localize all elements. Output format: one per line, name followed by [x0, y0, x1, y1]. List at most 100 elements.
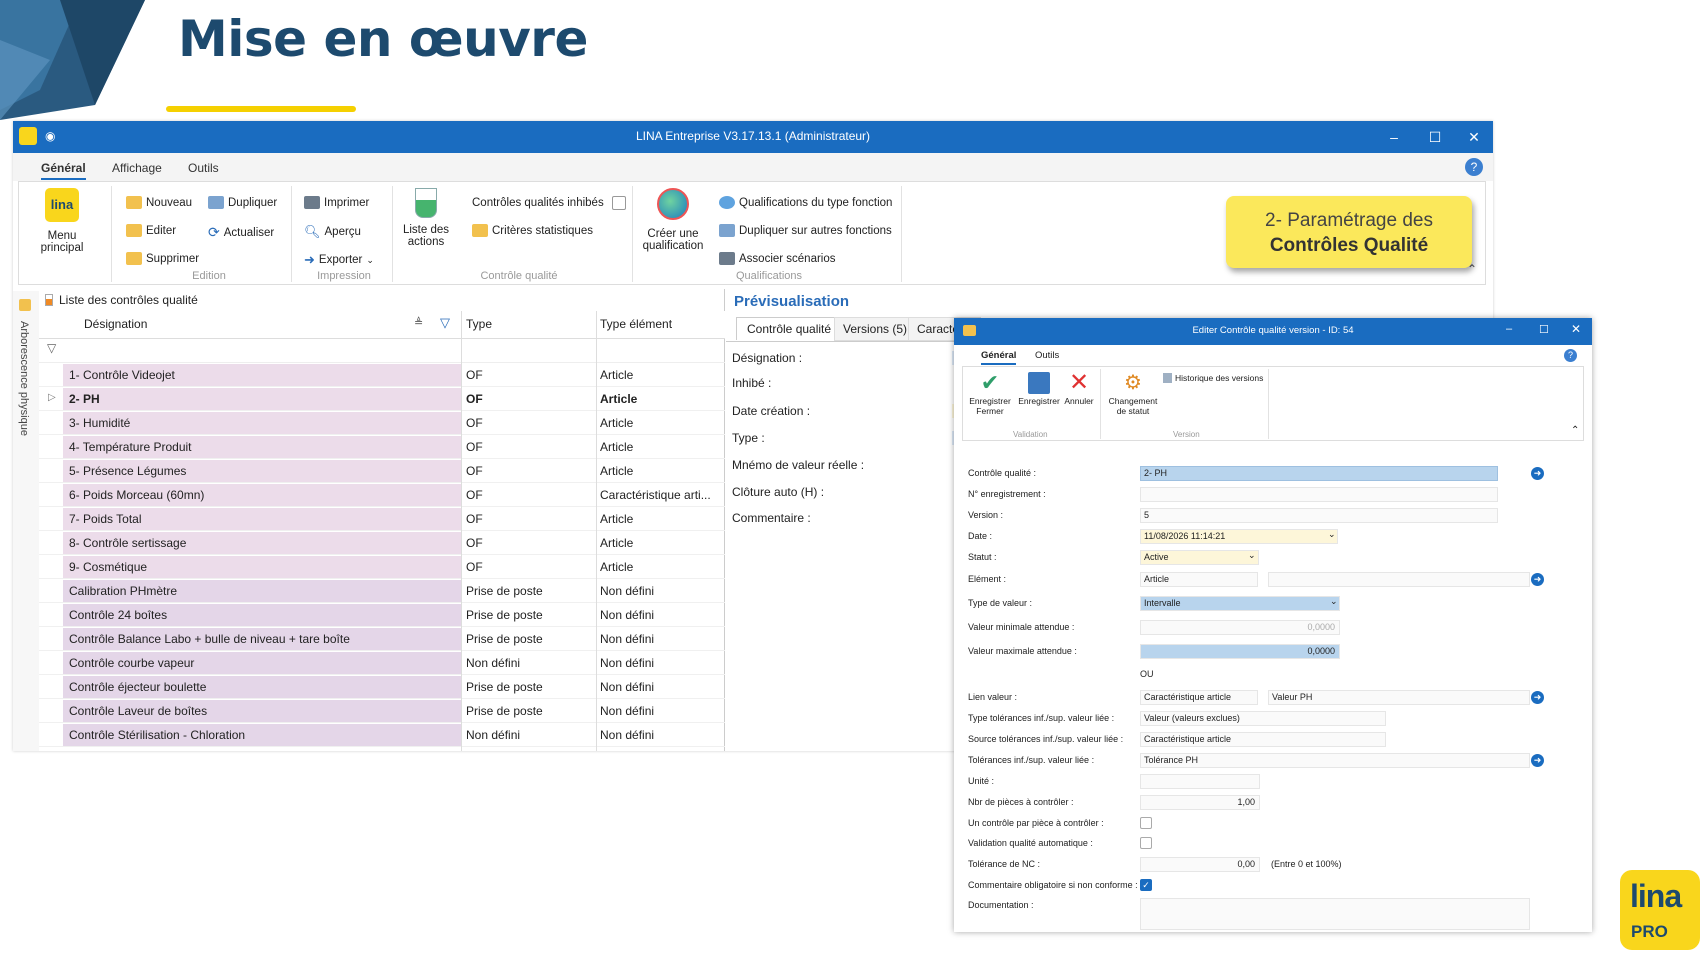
- cell-type-element: Article: [600, 536, 634, 550]
- dialog-minimize-button[interactable]: –: [1506, 323, 1512, 335]
- preview-tab-controle[interactable]: Contrôle qualité: [736, 317, 843, 340]
- group-impression-label: Impression: [317, 270, 371, 282]
- controles-inhibes-toggle[interactable]: Contrôles qualités inhibés: [472, 196, 626, 210]
- statut-select[interactable]: Active: [1140, 550, 1259, 565]
- header-designation[interactable]: Désignation: [84, 317, 147, 331]
- preview-tab-versions[interactable]: Versions (5): [834, 317, 917, 341]
- num-enregistrement-field[interactable]: [1140, 487, 1498, 502]
- actualiser-button[interactable]: ⟳ Actualiser: [208, 224, 274, 241]
- element-link-icon[interactable]: ➜: [1531, 573, 1544, 586]
- criteres-statistiques-button[interactable]: Critères statistiques: [472, 224, 593, 237]
- validation-auto-checkbox[interactable]: [1140, 837, 1152, 849]
- table-row[interactable]: 1- Contrôle Videojet OF Article: [39, 363, 725, 387]
- tab-outils[interactable]: Outils: [188, 161, 219, 175]
- table-row[interactable]: 9- Cosmétique OF Article: [39, 555, 725, 579]
- type-tolerances-select[interactable]: Valeur (valeurs exclues): [1140, 711, 1386, 726]
- documentation-field[interactable]: [1140, 898, 1530, 930]
- supprimer-button[interactable]: Supprimer: [126, 252, 199, 265]
- table-row[interactable]: 5- Présence Légumes OF Article: [39, 459, 725, 483]
- lien-valeur-link-icon[interactable]: ➜: [1531, 691, 1544, 704]
- nbr-pieces-field[interactable]: 1,00: [1140, 795, 1260, 810]
- table-row[interactable]: 4- Température Produit OF Article: [39, 435, 725, 459]
- table-row[interactable]: Contrôle Stérilisation - Chloration Non d…: [39, 723, 725, 747]
- qualif-type-fonction-button[interactable]: Qualifications du type fonction: [719, 196, 892, 209]
- element-label: Elément :: [968, 574, 1007, 584]
- imprimer-button[interactable]: Imprimer: [304, 196, 369, 209]
- dialog-help-icon[interactable]: ?: [1564, 349, 1577, 362]
- table-row[interactable]: 7- Poids Total OF Article: [39, 507, 725, 531]
- unite-field[interactable]: [1140, 774, 1260, 789]
- un-controle-checkbox[interactable]: [1140, 817, 1152, 829]
- separator: [632, 186, 633, 282]
- enregistrer-button[interactable]: Enregistrer: [1017, 370, 1061, 406]
- help-icon[interactable]: ?: [1465, 158, 1483, 176]
- table-row[interactable]: Contrôle 24 boîtes Prise de poste Non défi…: [39, 603, 725, 627]
- lien-valeur-field[interactable]: Valeur PH: [1268, 690, 1530, 705]
- type-valeur-select[interactable]: Intervalle: [1140, 596, 1340, 611]
- close-button[interactable]: ✕: [1463, 126, 1485, 148]
- maximize-button[interactable]: ☐: [1424, 126, 1446, 148]
- arborescence-physique-tab[interactable]: Arborescence physique: [18, 321, 30, 436]
- minimize-button[interactable]: –: [1383, 126, 1405, 148]
- filter-row[interactable]: [39, 339, 725, 363]
- dialog-collapse-icon[interactable]: ⌃: [1571, 425, 1579, 436]
- apercu-label: Aperçu: [324, 226, 361, 238]
- type-valeur-dropdown-icon[interactable]: ⌄: [1330, 596, 1338, 607]
- apercu-button[interactable]: 🔍︎ Aperçu: [304, 224, 361, 240]
- table-row[interactable]: ▷ 2- PH OF Article: [39, 387, 725, 411]
- version-field[interactable]: 5: [1140, 508, 1498, 523]
- table-row[interactable]: Contrôle Balance Labo + bulle de niveau …: [39, 627, 725, 651]
- vmin-field[interactable]: 0,0000: [1140, 620, 1340, 635]
- tab-affichage[interactable]: Affichage: [112, 161, 162, 175]
- exporter-button[interactable]: ➜ Exporter ⌄: [304, 252, 374, 268]
- table-row[interactable]: Contrôle Laveur de boîtes Prise de poste N…: [39, 699, 725, 723]
- table-row[interactable]: Contrôle éjecteur boulette Prise de poste…: [39, 675, 725, 699]
- controle-link-icon[interactable]: ➜: [1531, 467, 1544, 480]
- changement-statut-button[interactable]: ⚙ Changement de statut: [1105, 370, 1161, 416]
- checkbox[interactable]: [611, 196, 626, 210]
- dupliquer-button[interactable]: Dupliquer: [208, 196, 277, 209]
- table-row[interactable]: 3- Humidité OF Article: [39, 411, 725, 435]
- element-link-field[interactable]: [1268, 572, 1530, 587]
- creer-qualification-button[interactable]: Créer une qualification: [639, 188, 707, 252]
- table-row[interactable]: 6- Poids Morceau (60mn) OF Caractéristique…: [39, 483, 725, 507]
- controle-field[interactable]: 2- PH: [1140, 466, 1498, 481]
- preview-designation-label: Désignation :: [732, 351, 803, 365]
- lien-valeur-select[interactable]: Caractéristique article: [1140, 690, 1258, 705]
- dialog-close-button[interactable]: ✕: [1571, 322, 1581, 336]
- header-type-element[interactable]: Type élément: [600, 317, 672, 331]
- source-tolerances-select[interactable]: Caractéristique article: [1140, 732, 1386, 747]
- tolerance-nc-label: Tolérance de NC :: [968, 859, 1041, 869]
- dupliquer-autres-button[interactable]: Dupliquer sur autres fonctions: [719, 224, 892, 237]
- element-select[interactable]: Article: [1140, 572, 1258, 587]
- date-dropdown-icon[interactable]: ⌄: [1328, 529, 1336, 540]
- menu-principal-button[interactable]: lina Menu principal: [27, 188, 97, 254]
- header-type[interactable]: Type: [466, 317, 492, 331]
- dialog-tab-outils[interactable]: Outils: [1035, 350, 1059, 361]
- tolerance-nc-field[interactable]: 0,00: [1140, 857, 1260, 872]
- filter-icon[interactable]: ▽: [440, 315, 450, 331]
- historique-label: Historique des versions: [1175, 373, 1264, 383]
- historique-versions-button[interactable]: Historique des versions: [1163, 373, 1263, 383]
- statut-dropdown-icon[interactable]: ⌄: [1248, 550, 1256, 561]
- dialog-maximize-button[interactable]: ☐: [1539, 323, 1549, 336]
- tolerances-field[interactable]: Tolérance PH: [1140, 753, 1530, 768]
- tolerance-nc-note: (Entre 0 et 100%): [1271, 859, 1342, 869]
- annuler-button[interactable]: ✕ Annuler: [1063, 370, 1095, 407]
- tolerances-link-icon[interactable]: ➜: [1531, 754, 1544, 767]
- nouveau-button[interactable]: Nouveau: [126, 196, 192, 209]
- sort-icon[interactable]: ≜: [414, 316, 423, 329]
- tab-general[interactable]: Général: [41, 161, 86, 180]
- liste-actions-button[interactable]: Liste des actions: [401, 188, 451, 248]
- date-field[interactable]: 11/08/2026 11:14:21: [1140, 529, 1338, 544]
- associer-scenarios-button[interactable]: Associer scénarios: [719, 252, 836, 265]
- editer-button[interactable]: Editer: [126, 224, 176, 237]
- vmax-field[interactable]: 0,0000: [1140, 644, 1340, 659]
- table-row[interactable]: Contrôle courbe vapeur Non défini Non défi…: [39, 651, 725, 675]
- table-row[interactable]: Calibration PHmètre Prise de poste Non déf…: [39, 579, 725, 603]
- dialog-tab-general[interactable]: Général: [981, 350, 1017, 365]
- commentaire-checkbox[interactable]: ✓: [1140, 879, 1152, 891]
- enregistrer-fermer-button[interactable]: ✔ Enregistrer Fermer: [967, 370, 1013, 416]
- expand-row-icon[interactable]: ▷: [48, 392, 56, 403]
- table-row[interactable]: 8- Contrôle sertissage OF Article: [39, 531, 725, 555]
